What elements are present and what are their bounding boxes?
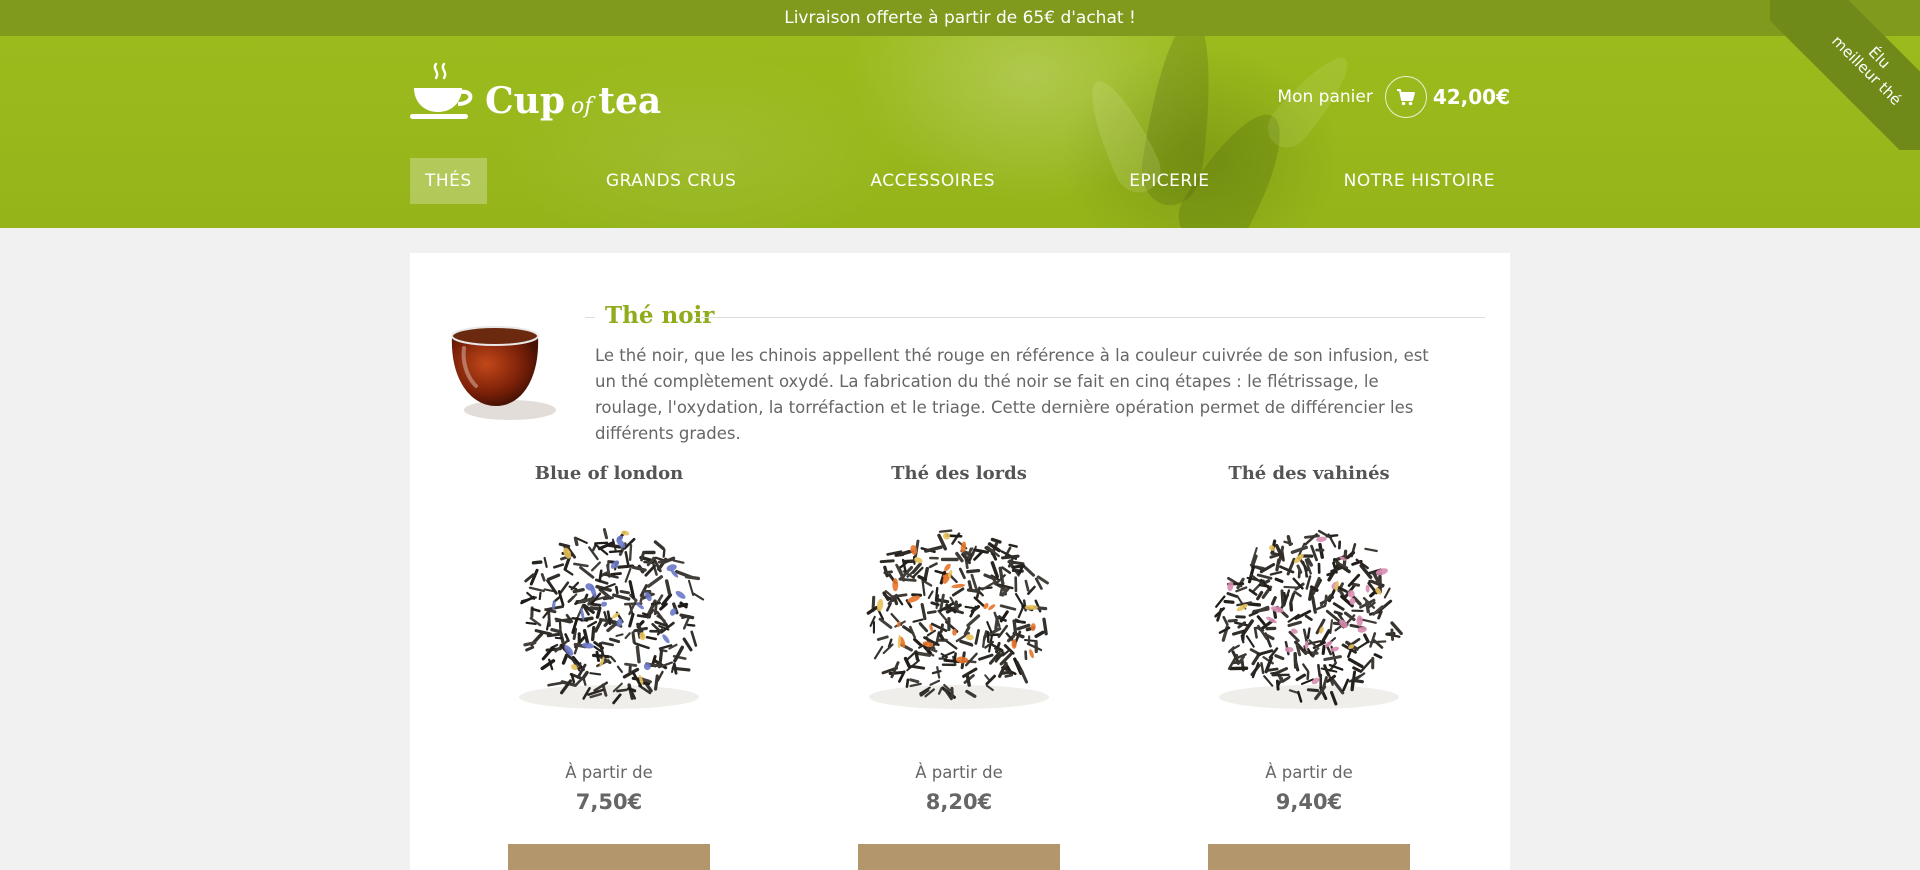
product-price: 8,20€ — [925, 790, 993, 814]
product-name[interactable]: Thé des vahinés — [1179, 463, 1439, 493]
cart-total: 42,00€ — [1432, 85, 1510, 109]
product-card[interactable]: Thé des vahinés À partir de 9,40€ — [1179, 463, 1439, 870]
section-description: Le thé noir, que les chinois appellent t… — [595, 346, 1429, 443]
add-to-cart-button[interactable] — [508, 844, 710, 870]
shopping-cart-icon — [1396, 89, 1415, 106]
teacup-icon — [410, 62, 473, 119]
cart-icon[interactable] — [1384, 76, 1427, 118]
product-name[interactable]: Blue of london — [479, 463, 739, 493]
section-title: Thé noir — [605, 302, 715, 329]
cart-summary[interactable]: Mon panier 42,00€ — [1277, 75, 1510, 119]
shipping-notice: Livraison offerte à partir de 65€ d'acha… — [784, 8, 1136, 28]
main-nav: THÉS GRANDS CRUS ACCESSOIRES EPICERIE NO… — [410, 158, 1510, 204]
shipping-banner: Livraison offerte à partir de 65€ d'acha… — [0, 0, 1920, 36]
section-heading: Thé noir — [585, 302, 1485, 332]
tea-cup-image — [451, 326, 556, 420]
main-content: Thé noir Le thé noir, que les chinois ap… — [410, 253, 1510, 870]
nav-item-accessoires[interactable]: ACCESSOIRES — [855, 158, 1010, 204]
product-card[interactable]: Blue of london À partir de 7,50€ — [479, 463, 739, 870]
product-price: 9,40€ — [1275, 790, 1343, 814]
add-to-cart-button[interactable] — [858, 844, 1060, 870]
product-card[interactable]: Thé des lords À partir de 8,20€ — [829, 463, 1089, 870]
price-prefix: À partir de — [565, 763, 653, 782]
award-ribbon: Élu meilleur thé — [1770, 0, 1920, 150]
loose-tea-image[interactable] — [1189, 497, 1429, 737]
nav-item-grands-crus[interactable]: GRANDS CRUS — [591, 158, 751, 204]
site-logo[interactable]: Cup of tea — [410, 60, 661, 130]
nav-item-epicerie[interactable]: EPICERIE — [1114, 158, 1224, 204]
price-prefix: À partir de — [915, 763, 1003, 782]
nav-item-notre-histoire[interactable]: NOTRE HISTOIRE — [1329, 158, 1510, 204]
logo-text: Cup of tea — [485, 80, 662, 122]
loose-tea-image[interactable] — [489, 497, 729, 737]
add-to-cart-button[interactable] — [1208, 844, 1410, 870]
product-price: 7,50€ — [575, 790, 643, 814]
nav-item-thes[interactable]: THÉS — [410, 158, 487, 204]
price-prefix: À partir de — [1265, 763, 1353, 782]
cart-label: Mon panier — [1277, 87, 1373, 107]
product-name[interactable]: Thé des lords — [829, 463, 1089, 493]
loose-tea-image[interactable] — [839, 497, 1079, 737]
